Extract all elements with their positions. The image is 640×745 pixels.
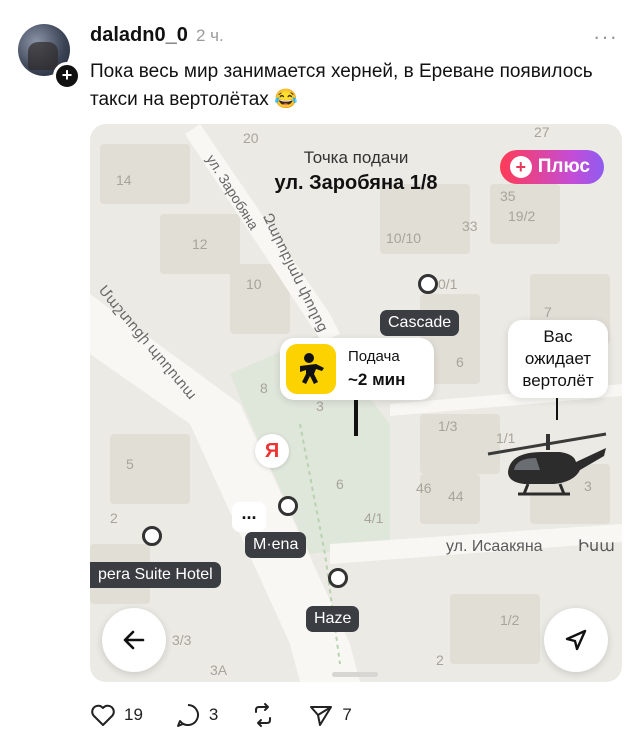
helicopter-icon[interactable]	[484, 418, 610, 512]
poi-mena[interactable]: M·ena	[245, 532, 307, 558]
plus-badge[interactable]: + Плюс	[499, 150, 604, 184]
poi-haze[interactable]: Haze	[306, 606, 360, 632]
plus-icon: +	[509, 156, 532, 178]
drag-handle[interactable]	[332, 672, 378, 677]
helicopter-message: Вас ожидает вертолёт	[508, 320, 608, 398]
share-button[interactable]: 7	[308, 702, 352, 728]
follow-plus-icon[interactable]: +	[53, 62, 81, 90]
poi-pin[interactable]	[278, 496, 298, 516]
poi-pin[interactable]	[328, 568, 348, 588]
comment-button[interactable]: 3	[175, 702, 218, 728]
send-icon	[310, 706, 333, 726]
like-button[interactable]: 19	[90, 703, 143, 727]
repost-icon	[255, 703, 272, 727]
more-options-button[interactable]: ···	[593, 24, 618, 50]
post-actions: 19 3 7	[90, 700, 384, 730]
poi-pin[interactable]	[418, 274, 438, 294]
heart-icon	[91, 704, 115, 726]
poi-cascade[interactable]: Cascade	[380, 310, 460, 336]
username[interactable]: daladn0_0	[90, 24, 188, 47]
street-isaakyan-am: Իսա	[578, 538, 615, 555]
pickup-eta: ~2 мин	[348, 370, 406, 389]
share-count: 7	[342, 705, 352, 724]
back-arrow-icon	[123, 630, 145, 650]
timestamp: 2 ч.	[196, 26, 224, 45]
repost-button[interactable]	[250, 702, 276, 728]
yandex-logo: Я	[255, 434, 289, 468]
more-pois-bubble[interactable]: ...	[232, 502, 266, 532]
plus-label: Плюс	[537, 156, 590, 177]
person-icon	[286, 344, 336, 394]
comment-count: 3	[208, 705, 219, 724]
locate-button[interactable]	[544, 608, 608, 672]
street-isaakyan-ru: ул. Исаакяна	[446, 538, 543, 555]
poi-opera-suite-hotel[interactable]: pera Suite Hotel	[90, 562, 221, 588]
poi-pin[interactable]	[142, 526, 162, 546]
comment-icon	[176, 704, 199, 727]
helicopter-pin-stem	[556, 398, 558, 420]
post-text: Пока весь мир занимается херней, в Ерева…	[90, 61, 593, 110]
navigation-icon	[565, 629, 587, 651]
like-count: 19	[124, 705, 143, 724]
pickup-pin-stem	[354, 400, 358, 436]
back-button[interactable]	[102, 608, 166, 672]
pickup-label: Подача	[348, 348, 400, 365]
map-screenshot: 20 14 12 10 8 3 5 2 3/3 3А 27 35 33 19/2…	[90, 124, 622, 682]
pickup-marker[interactable]: Подача ~2 мин	[280, 338, 434, 400]
